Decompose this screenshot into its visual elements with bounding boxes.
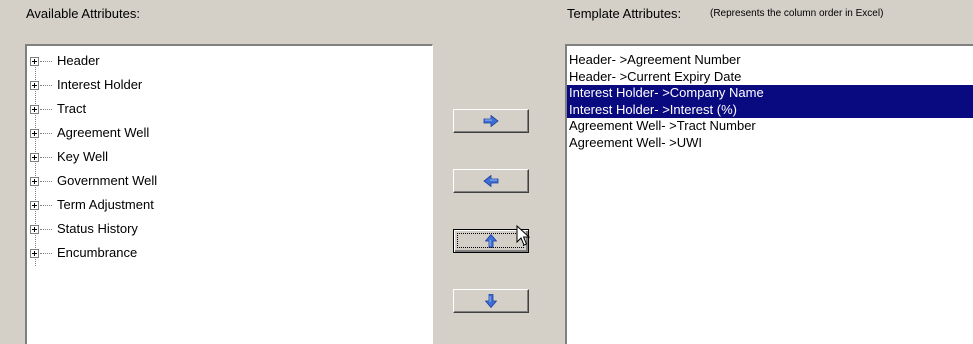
expand-plus-icon[interactable] [30,153,39,162]
tree-branch-line [40,253,52,254]
tree-item[interactable]: Header [27,52,432,76]
tree-item-label: Status History [57,221,138,236]
tree-item[interactable]: Interest Holder [27,76,432,100]
expand-plus-icon[interactable] [30,225,39,234]
tree-item-label: Encumbrance [57,245,138,260]
tree-item-label: Agreement Well [57,125,150,140]
template-attributes-list[interactable]: Header- >Agreement Number Header- >Curren… [565,44,973,344]
remove-attribute-button[interactable] [453,169,529,193]
tree-item[interactable]: Status History [27,220,432,244]
tree-item-label: Interest Holder [57,77,143,92]
focus-rectangle [457,233,524,248]
tree-item[interactable]: Key Well [27,148,432,172]
add-attribute-button[interactable] [453,109,529,133]
right-arrow-icon [483,115,499,127]
template-attribute-item[interactable]: Header- >Current Expiry Date [567,69,973,86]
down-arrow-icon [485,294,497,308]
expand-plus-icon[interactable] [30,249,39,258]
tree-branch-line [40,181,52,182]
template-attribute-item[interactable]: Agreement Well- >Tract Number [567,118,973,135]
tree-branch-line [40,229,52,230]
template-attribute-item[interactable]: Agreement Well- >UWI [567,135,973,152]
tree-item-label: Term Adjustment [57,197,154,212]
template-attribute-item[interactable]: Header- >Agreement Number [567,52,973,69]
expand-plus-icon[interactable] [30,81,39,90]
tree-item[interactable]: Tract [27,100,432,124]
tree-branch-line [40,133,52,134]
tree-item[interactable]: Government Well [27,172,432,196]
tree-branch-line [40,85,52,86]
expand-plus-icon[interactable] [30,57,39,66]
template-attribute-item[interactable]: Interest Holder- >Company Name [567,85,973,102]
available-attributes-label: Available Attributes: [26,6,140,21]
tree-item[interactable]: Encumbrance [27,244,432,268]
tree-item-label: Government Well [57,173,158,188]
tree-item[interactable]: Agreement Well [27,124,432,148]
tree-item-label: Tract [57,101,87,116]
template-attributes-label: Template Attributes: [567,6,682,21]
tree-item[interactable]: Term Adjustment [27,196,432,220]
expand-plus-icon[interactable] [30,201,39,210]
column-order-note: (Represents the column order in Excel) [710,8,884,19]
tree-branch-line [40,61,52,62]
expand-plus-icon[interactable] [30,177,39,186]
tree-item-label: Key Well [57,149,109,164]
expand-plus-icon[interactable] [30,105,39,114]
mouse-pointer-icon [516,225,530,246]
move-down-button[interactable] [453,289,529,313]
available-attributes-tree[interactable]: Header Interest Holder Tract Agreement Well… [25,44,433,344]
tree-branch-line [40,205,52,206]
template-attribute-item[interactable]: Interest Holder- >Interest (%) [567,101,973,118]
left-arrow-icon [483,175,499,187]
expand-plus-icon[interactable] [30,129,39,138]
tree-branch-line [40,109,52,110]
tree-item-label: Header [57,53,100,68]
tree-branch-line [40,157,52,158]
